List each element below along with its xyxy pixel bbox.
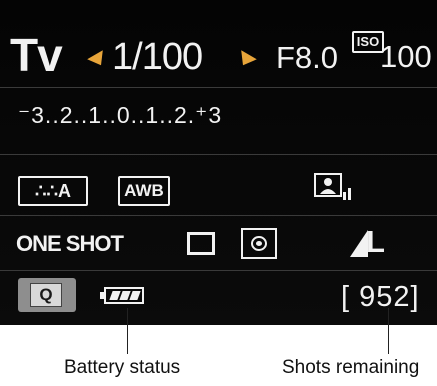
battery-terminal [100, 292, 104, 299]
divider [0, 87, 437, 88]
divider [0, 154, 437, 155]
battery-bar [129, 291, 141, 300]
divider [0, 270, 437, 271]
af-mode[interactable]: ONE SHOT [16, 233, 124, 255]
aperture-value: F8.0 [276, 40, 339, 75]
quick-control-button[interactable]: Q [18, 278, 76, 312]
shots-remaining: [ 952] [341, 281, 420, 313]
metering-dot-icon [256, 241, 262, 246]
iso-value[interactable]: 100 [380, 41, 432, 72]
quick-control-label: Q [30, 283, 62, 307]
auto-lighting-optimizer-icon[interactable] [314, 172, 354, 206]
divider [0, 215, 437, 216]
dial-arrow-left-icon [87, 50, 109, 70]
white-balance-icon[interactable]: AWB [118, 176, 170, 206]
shooting-mode: Tv [10, 29, 63, 81]
image-quality[interactable]: L [366, 226, 385, 257]
metering-mode-icon[interactable] [241, 228, 277, 259]
battery-callout-line [127, 308, 128, 354]
shots-callout-line [388, 308, 389, 354]
battery-icon [100, 287, 144, 304]
shots-remaining-label: Shots remaining [282, 357, 420, 378]
picture-style-icon[interactable]: ∴∴A [18, 176, 88, 206]
exposure-compensation-scale[interactable]: ⁻3..2..1..0..1..2.⁺3 [18, 104, 222, 127]
camera-lcd-screen: Tv 1/100 F8.0 ISO 100 ⁻3..2..1..0..1..2.… [0, 0, 437, 325]
battery-status-label: Battery status [64, 357, 181, 378]
drive-mode-icon[interactable] [187, 232, 215, 255]
shutter-speed[interactable]: 1/100 [112, 38, 203, 76]
dial-arrow-right-icon [235, 50, 257, 70]
